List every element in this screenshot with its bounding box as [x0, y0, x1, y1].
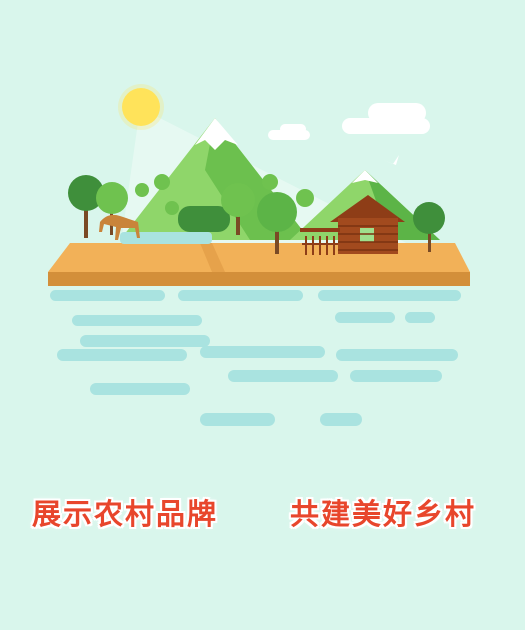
water-reflection — [50, 290, 461, 426]
island — [48, 243, 470, 286]
bird-icon — [383, 155, 399, 165]
slogan-right: 共建美好乡村 — [290, 497, 477, 531]
pond — [120, 232, 212, 244]
slogan-left: 展示农村品牌 — [32, 497, 219, 531]
cloud-icon — [268, 103, 430, 140]
